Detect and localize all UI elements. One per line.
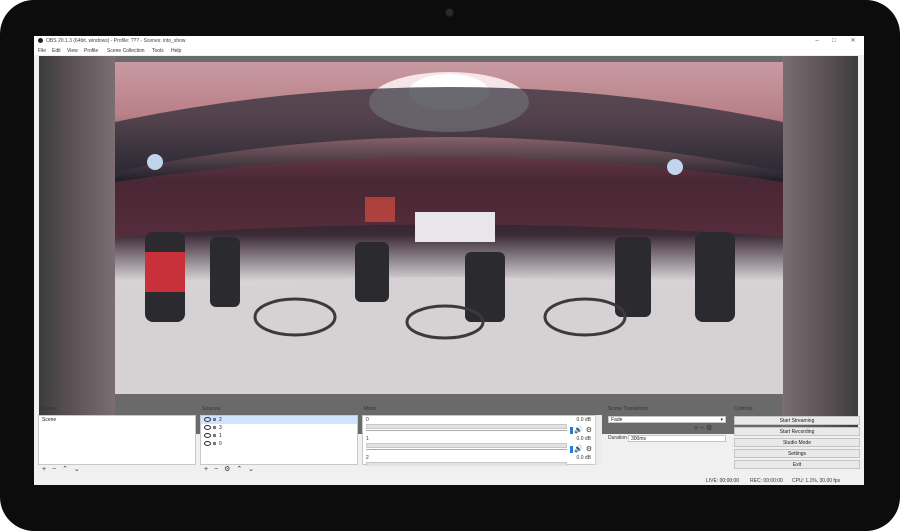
window-title: OBS 20.1.3 (64bit, windows) - Profile: ?… (46, 38, 186, 44)
camera-icon (446, 9, 453, 16)
channel-db: 0.0 dB (576, 417, 591, 423)
lock-icon[interactable] (213, 418, 216, 422)
move-source-down-button[interactable]: ⌄ (248, 466, 254, 473)
tablet-bezel: OBS 20.1.3 (64bit, windows) - Profile: ?… (0, 0, 900, 531)
menu-tools[interactable]: Tools (152, 48, 164, 54)
add-transition-button[interactable]: + (694, 425, 698, 432)
source-item[interactable]: 1 (201, 432, 357, 440)
channel-gear-icon[interactable]: ⚙ (586, 426, 592, 434)
mixer-panel: 0 0.0 dB 🔊 ⚙ 1 0.0 dB 🔊 ⚙ 2 0.0 dB (362, 415, 602, 466)
move-scene-up-button[interactable]: ⌃ (62, 466, 68, 473)
scene-item[interactable]: Scene (39, 416, 195, 424)
lock-icon[interactable] (213, 426, 216, 430)
preview-canvas[interactable] (39, 56, 858, 434)
preview-blur-right (782, 56, 858, 434)
source-item[interactable]: 0 (201, 440, 357, 448)
start-recording-button[interactable]: Start Recording (734, 427, 860, 436)
channel-name: 2 (366, 455, 369, 461)
visibility-eye-icon[interactable] (204, 417, 211, 423)
mixer-channel: 1 0.0 dB 🔊 ⚙ (365, 435, 593, 455)
channel-db: 0.0 dB (576, 455, 591, 461)
volume-meter (366, 443, 567, 448)
scenes-list[interactable]: Scene (38, 415, 196, 465)
close-button[interactable]: ✕ (846, 37, 860, 45)
remove-scene-button[interactable]: − (52, 466, 56, 473)
move-scene-down-button[interactable]: ⌄ (74, 466, 80, 473)
start-streaming-button[interactable]: Start Streaming (734, 416, 860, 425)
mixer-channel: 0 0.0 dB 🔊 ⚙ (365, 416, 593, 436)
menu-view[interactable]: View (67, 48, 78, 54)
visibility-eye-icon[interactable] (204, 425, 211, 431)
lock-icon[interactable] (213, 442, 216, 446)
visibility-eye-icon[interactable] (204, 441, 211, 447)
volume-slider[interactable] (366, 430, 567, 431)
add-source-button[interactable]: + (204, 466, 208, 473)
scenes-dock: Scenes Scene + − ⌃ ⌄ (38, 405, 196, 475)
source-properties-gear-icon[interactable]: ⚙ (224, 466, 230, 473)
transition-gear-icon[interactable]: ⚙ (706, 425, 712, 432)
remove-source-button[interactable]: − (214, 466, 218, 473)
volume-slider-handle[interactable] (570, 446, 573, 453)
move-source-up-button[interactable]: ⌃ (236, 466, 242, 473)
preview-blur-left (39, 56, 115, 434)
mixer-scrollbar[interactable] (595, 415, 602, 465)
maximize-button[interactable]: □ (827, 37, 841, 45)
source-item[interactable]: 2 (201, 416, 357, 424)
volume-meter (366, 424, 567, 429)
status-bar: LIVE: 00:00:00 REC: 00:00:00 CPU: 1.1%, … (34, 477, 864, 485)
source-item[interactable]: 3 (201, 424, 357, 432)
rec-timer: REC: 00:00:00 (750, 478, 783, 484)
scenes-title: Scenes (40, 406, 57, 412)
transition-select[interactable]: Fade ▾ (608, 416, 726, 423)
speaker-icon[interactable]: 🔊 (574, 445, 583, 453)
volume-meter (366, 462, 567, 466)
channel-name: 0 (366, 417, 369, 423)
sources-dock: Sources 2 3 1 0 + − ⚙ ⌃ ⌄ (200, 405, 358, 475)
transitions-dock: Scene Transitions Fade ▾ + − ⚙ Duration … (606, 405, 728, 475)
obs-window: OBS 20.1.3 (64bit, windows) - Profile: ?… (34, 36, 864, 485)
volume-slider[interactable] (366, 449, 567, 450)
menu-bar: File Edit View Profile Scene Collection … (34, 46, 864, 55)
title-bar: OBS 20.1.3 (64bit, windows) - Profile: ?… (34, 36, 864, 46)
transition-toolbar: + − ⚙ (694, 424, 712, 433)
mixer-title: Mixer (364, 406, 377, 412)
menu-file[interactable]: File (38, 48, 46, 54)
menu-profile[interactable]: Profile (84, 48, 98, 54)
transitions-title: Scene Transitions (608, 406, 648, 412)
arena-scene-illustration (115, 72, 783, 394)
dock-area: Scenes Scene + − ⌃ ⌄ Sources 2 3 1 0 + −… (34, 405, 864, 477)
channel-name: 1 (366, 436, 369, 442)
studio-mode-button[interactable]: Studio Mode (734, 438, 860, 447)
speaker-icon[interactable]: 🔊 (574, 426, 583, 434)
minimize-button[interactable]: – (810, 37, 824, 45)
add-scene-button[interactable]: + (42, 466, 46, 473)
controls-title: Controls (734, 406, 753, 412)
chevron-down-icon: ▾ (720, 417, 723, 423)
mixer-channel: 2 0.0 dB (365, 454, 593, 466)
mixer-dock: Mixer 0 0.0 dB 🔊 ⚙ 1 0.0 dB 🔊 ⚙ 2 0.0 dB (362, 405, 602, 475)
volume-slider-handle[interactable] (570, 427, 573, 434)
sources-toolbar: + − ⚙ ⌃ ⌄ (200, 466, 358, 474)
duration-label: Duration (608, 435, 627, 441)
channel-gear-icon[interactable]: ⚙ (586, 445, 592, 453)
visibility-eye-icon[interactable] (204, 433, 211, 439)
lock-icon[interactable] (213, 434, 216, 438)
sources-title: Sources (202, 406, 221, 412)
settings-button[interactable]: Settings (734, 449, 860, 458)
panorama-video-frame (115, 62, 783, 394)
cpu-fps: CPU: 1.1%, 30.00 fps (792, 478, 841, 484)
obs-logo-icon (38, 38, 43, 43)
controls-dock: Controls Start Streaming Start Recording… (732, 405, 862, 475)
live-timer: LIVE: 00:00:00 (706, 478, 740, 484)
menu-help[interactable]: Help (171, 48, 181, 54)
menu-scene-collection[interactable]: Scene Collection (107, 48, 145, 54)
remove-transition-button[interactable]: − (700, 425, 704, 432)
menu-edit[interactable]: Edit (52, 48, 61, 54)
duration-spinbox[interactable]: 300ms (628, 435, 726, 442)
channel-db: 0.0 dB (576, 436, 591, 442)
exit-button[interactable]: Exit (734, 460, 860, 469)
scenes-toolbar: + − ⌃ ⌄ (38, 466, 196, 474)
sources-list[interactable]: 2 3 1 0 (200, 415, 358, 465)
